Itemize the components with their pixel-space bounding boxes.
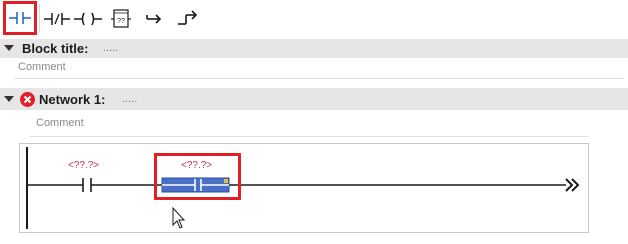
empty-box-button[interactable]: ?? <box>105 3 135 33</box>
output-coil-button[interactable] <box>72 3 102 33</box>
highlight-annotation <box>154 153 241 200</box>
network-title-label: Network 1: <box>39 92 106 107</box>
contact-operand[interactable]: <??.?> <box>68 160 99 171</box>
open-branch-icon <box>146 14 162 24</box>
normally-closed-contact-button[interactable] <box>41 3 71 33</box>
collapse-triangle-icon[interactable] <box>4 96 14 102</box>
collapse-triangle-icon[interactable] <box>4 45 14 51</box>
toolbar-separator <box>39 4 40 32</box>
block-title-bar[interactable]: Block title: ..... <box>0 39 628 58</box>
normally-open-contact-icon <box>9 12 31 24</box>
comment-divider <box>14 78 624 79</box>
block-title-label: Block title: <box>22 41 89 56</box>
open-branch-button[interactable] <box>138 3 168 33</box>
network-rung-area[interactable] <box>19 143 589 233</box>
error-icon <box>20 92 35 107</box>
ladder-toolbar: ?? <box>0 0 628 36</box>
normally-closed-contact-icon <box>44 13 70 25</box>
close-branch-button[interactable] <box>171 3 201 33</box>
output-coil-icon <box>74 12 102 26</box>
network-comment[interactable]: Comment <box>36 117 84 129</box>
normally-open-contact-button[interactable] <box>3 1 37 35</box>
network-title-bar[interactable]: Network 1: ..... <box>0 88 628 110</box>
block-title-value[interactable]: ..... <box>103 42 118 54</box>
comment-divider <box>30 136 588 137</box>
network-title-value[interactable]: ..... <box>122 93 137 105</box>
empty-box-icon: ?? <box>111 9 131 28</box>
close-branch-icon <box>178 10 198 25</box>
block-comment[interactable]: Comment <box>18 61 66 73</box>
empty-box-label: ?? <box>117 18 125 25</box>
